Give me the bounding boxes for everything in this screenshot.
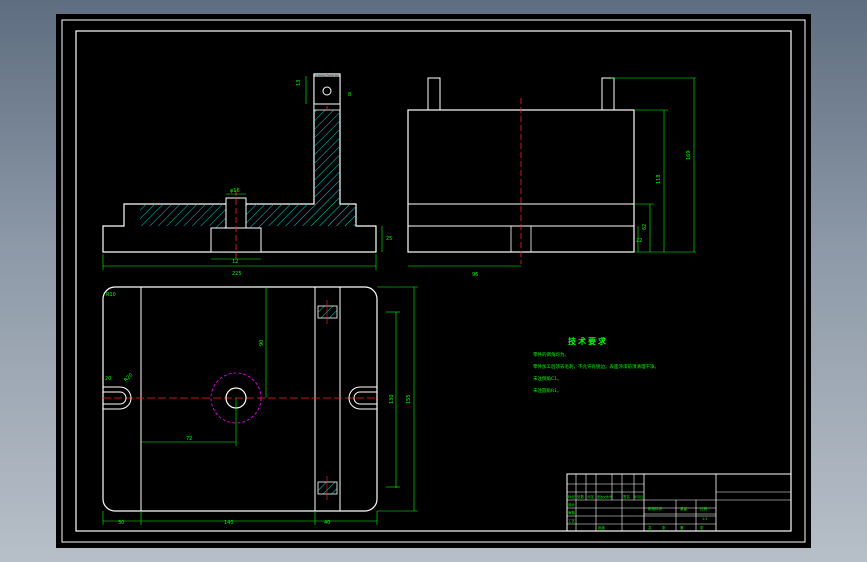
cad-drawing: 13 8 φ16 225 12 25 169 118 62 22 96 30 1… — [61, 19, 806, 543]
tb-label-10: 阶段标记 — [648, 506, 662, 511]
tb-label-13: 共 — [648, 525, 652, 530]
top-dim-slot: 20 — [105, 376, 111, 382]
front-dim-h2: 8 — [348, 92, 351, 98]
tb-label-16: 张 — [700, 525, 704, 530]
tech-line-2: 零件加工后须去毛刺，不允许有锐边，表面涂漆前须清理干净。 — [533, 363, 659, 370]
top-dim-h: 155 — [406, 394, 412, 404]
side-dim-h3: 62 — [642, 224, 648, 230]
tb-label-14: 张 — [662, 525, 666, 530]
tb-label-9: 批准 — [598, 525, 606, 530]
side-dim-h4: 22 — [636, 238, 642, 244]
tb-label-3: 更改文件号 — [597, 494, 612, 499]
tech-requirements: 技术要求 零件的倒角均为。 零件加工后须去毛刺，不允许有锐边，表面涂漆前须清理干… — [533, 336, 659, 394]
top-dim-h3: 90 — [259, 340, 265, 346]
tech-line-3: 未注倒角C1。 — [533, 375, 562, 382]
top-dim-w3: 40 — [324, 520, 330, 526]
top-dim-h2: 130 — [389, 394, 395, 404]
tb-label-8: 工艺 — [568, 518, 576, 523]
tech-line-1: 零件的倒角均为。 — [533, 351, 569, 358]
tb-label-15: 第 — [680, 525, 684, 530]
side-dim-width: 96 — [472, 272, 478, 278]
drawing-viewport[interactable]: 13 8 φ16 225 12 25 169 118 62 22 96 30 1… — [56, 14, 811, 548]
tb-label-1: 处数 — [577, 494, 585, 499]
top-dim-r2: R20 — [123, 372, 134, 383]
top-dim-r: R10 — [106, 292, 116, 298]
tb-label-17: 1:1 — [702, 517, 708, 521]
tech-title: 技术要求 — [568, 336, 608, 346]
tb-label-7: 审核 — [568, 510, 576, 515]
top-dim-w1: 30 — [118, 520, 124, 526]
tb-label-4: 签名 — [623, 494, 630, 499]
front-view — [102, 73, 383, 270]
sheet-border — [61, 19, 806, 543]
front-dim-left: 12 — [232, 259, 238, 265]
front-dim-height: 25 — [386, 236, 392, 242]
tb-label-0: 标记 — [568, 494, 576, 499]
top-dim-w2: 140 — [224, 520, 234, 526]
side-view — [407, 77, 696, 267]
front-dim-h1: 13 — [296, 80, 302, 86]
front-dim-bore: φ16 — [230, 188, 240, 194]
side-dim-h2: 118 — [656, 174, 662, 184]
side-dim-h1: 169 — [686, 150, 692, 160]
tb-label-12: 比例 — [700, 506, 708, 511]
tb-label-2: 分区 — [587, 494, 595, 499]
top-dim-x: 72 — [186, 436, 192, 442]
title-block — [566, 473, 792, 532]
drawing-frame — [75, 30, 792, 532]
tb-label-11: 重量 — [680, 506, 688, 511]
tech-line-4: 未注圆角R1。 — [533, 387, 562, 394]
front-dim-width: 225 — [232, 271, 242, 277]
top-view — [102, 286, 418, 525]
tb-label-5: 年月日 — [634, 494, 643, 499]
tb-label-6: 设计 — [568, 502, 576, 507]
